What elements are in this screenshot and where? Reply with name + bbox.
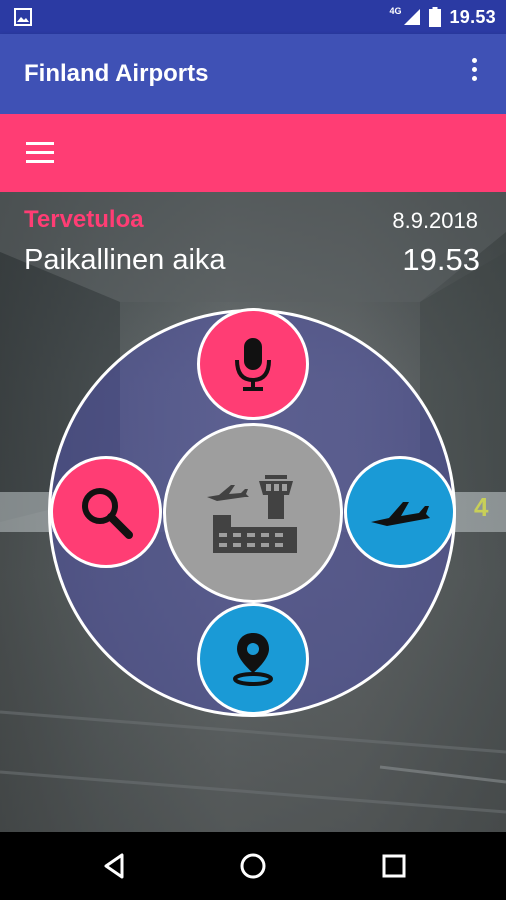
search-icon xyxy=(82,488,133,539)
local-time-value: 19.53 xyxy=(402,242,480,277)
menu-toolbar xyxy=(0,114,506,192)
voice-search-button[interactable] xyxy=(197,308,309,420)
local-time-label: Paikallinen aika xyxy=(24,244,226,276)
airport-button[interactable] xyxy=(163,423,343,603)
home-button[interactable] xyxy=(213,832,293,900)
more-vert-icon[interactable] xyxy=(464,58,484,90)
home-icon xyxy=(240,853,266,879)
app-bar: Finland Airports xyxy=(0,34,506,114)
back-icon xyxy=(104,853,124,879)
system-navigation-bar xyxy=(0,832,506,900)
recents-button[interactable] xyxy=(354,832,434,900)
flights-button[interactable] xyxy=(344,456,456,568)
recents-icon xyxy=(382,854,406,878)
date-text: 8.9.2018 xyxy=(392,208,478,233)
back-button[interactable] xyxy=(74,832,154,900)
search-button[interactable] xyxy=(50,456,162,568)
welcome-text: Tervetuloa xyxy=(24,206,144,233)
location-pin-icon xyxy=(233,633,273,686)
location-button[interactable] xyxy=(197,603,309,715)
home-content: Tervetuloa 8.9.2018 Paikallinen aika 19.… xyxy=(0,192,506,832)
background-gate-number: 4 xyxy=(474,492,489,522)
image-notification-icon xyxy=(14,8,32,26)
airplane-icon xyxy=(371,502,430,526)
status-bar: 4G 19.53 xyxy=(0,0,506,34)
app-title: Finland Airports xyxy=(24,60,209,87)
hamburger-menu-icon[interactable] xyxy=(26,142,54,164)
signal-icon xyxy=(404,9,421,25)
microphone-icon xyxy=(235,338,271,391)
status-time: 19.53 xyxy=(449,6,496,27)
airport-icon xyxy=(207,475,297,553)
network-type: 4G xyxy=(389,6,402,16)
battery-icon xyxy=(429,7,442,27)
